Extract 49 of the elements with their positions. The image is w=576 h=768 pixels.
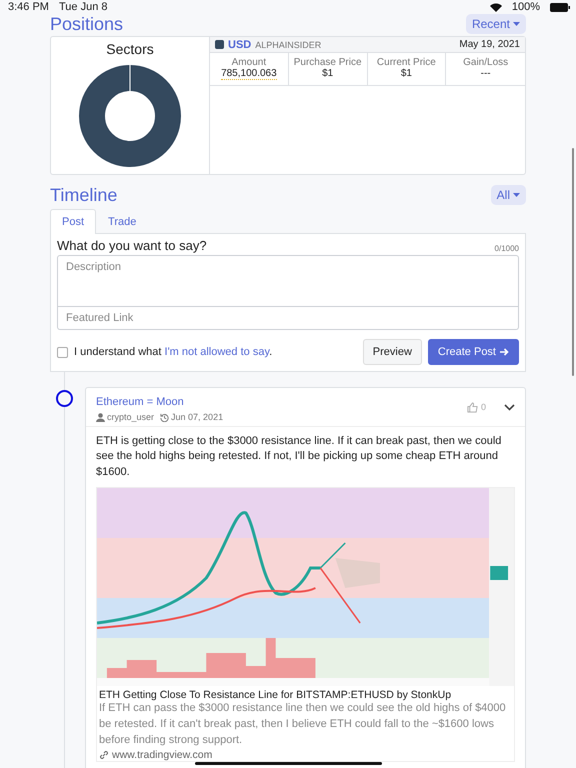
stat-value: $1 (400, 68, 412, 79)
chevron-down-icon[interactable] (504, 404, 515, 410)
tab[interactable]: Post (50, 209, 96, 234)
stat-value: 785,100.063 (221, 68, 277, 80)
history-icon (160, 412, 170, 422)
stat-value: $1 (322, 68, 334, 79)
post-body: ETH is getting close to the $3000 resistance line. If it can break past, then we could see the hold highs being retested. If not, I'll be picking up some cheap ETH around $1600. (95, 434, 502, 480)
thumbs-up-icon (466, 402, 478, 412)
link-preview[interactable] (96, 487, 515, 762)
caret-icon (513, 193, 520, 197)
holding-source: ALPHAINSIDER (255, 40, 322, 50)
stat-value: --- (480, 68, 491, 79)
preview-button[interactable]: Preview (362, 339, 422, 365)
rules-link[interactable]: I'm not allowed to say (164, 346, 270, 358)
link-field[interactable]: Featured Link (57, 307, 519, 330)
holding-symbol: USD (228, 38, 252, 50)
stat-label: Purchase Price (294, 57, 362, 68)
tab[interactable]: Trade (96, 209, 148, 234)
post-title[interactable]: Ethereum = Moon (96, 396, 184, 408)
preview-title: ETH Getting Close To Resistance Line for BITSTAMP:ETHUSD by StonkUp (98, 688, 452, 702)
stat-label: Amount (232, 57, 266, 68)
filter-dropdown[interactable]: All (490, 185, 526, 205)
battery-percent: 100% (512, 1, 540, 13)
sectors-title: Sectors (106, 41, 154, 57)
post-date: Jun 07, 2021 (171, 412, 224, 422)
link-icon (99, 750, 109, 760)
status-time: 3:46 PM (8, 1, 49, 13)
user-icon (96, 412, 105, 422)
arrow-icon (500, 348, 509, 356)
stat-label: Current Price (376, 57, 436, 68)
post-author: crypto_user (107, 412, 154, 422)
positions-title: Positions (50, 14, 124, 34)
preview-description: If ETH can pass the $3000 resistance line then we could see the old highs of $4000 be retested. If it can't break past, then I believe ETH could fall to the ~$1600 lows before finding strong support. (98, 701, 507, 748)
agree-label: I understand what I'm not allowed to say. (74, 346, 274, 358)
composer-prompt: What do you want to say? (57, 238, 207, 253)
battery-icon (550, 2, 570, 12)
status-date: Tue Jun 8 (58, 1, 108, 13)
description-field[interactable]: Description (57, 255, 519, 307)
timeline-marker (56, 390, 73, 407)
character-counter: 0/1000 (494, 244, 519, 253)
caret-icon (513, 22, 520, 26)
holding-date: May 19, 2021 (459, 39, 520, 50)
create-post-button[interactable]: Create Post (428, 339, 519, 365)
timeline-title: Timeline (50, 185, 118, 205)
stat-label: Gain/Loss (463, 57, 508, 68)
recent-dropdown[interactable]: Recent (466, 14, 526, 34)
preview-url[interactable]: www.tradingview.com (97, 748, 514, 761)
agree-checkbox[interactable] (57, 346, 68, 358)
wifi-icon (490, 2, 502, 12)
